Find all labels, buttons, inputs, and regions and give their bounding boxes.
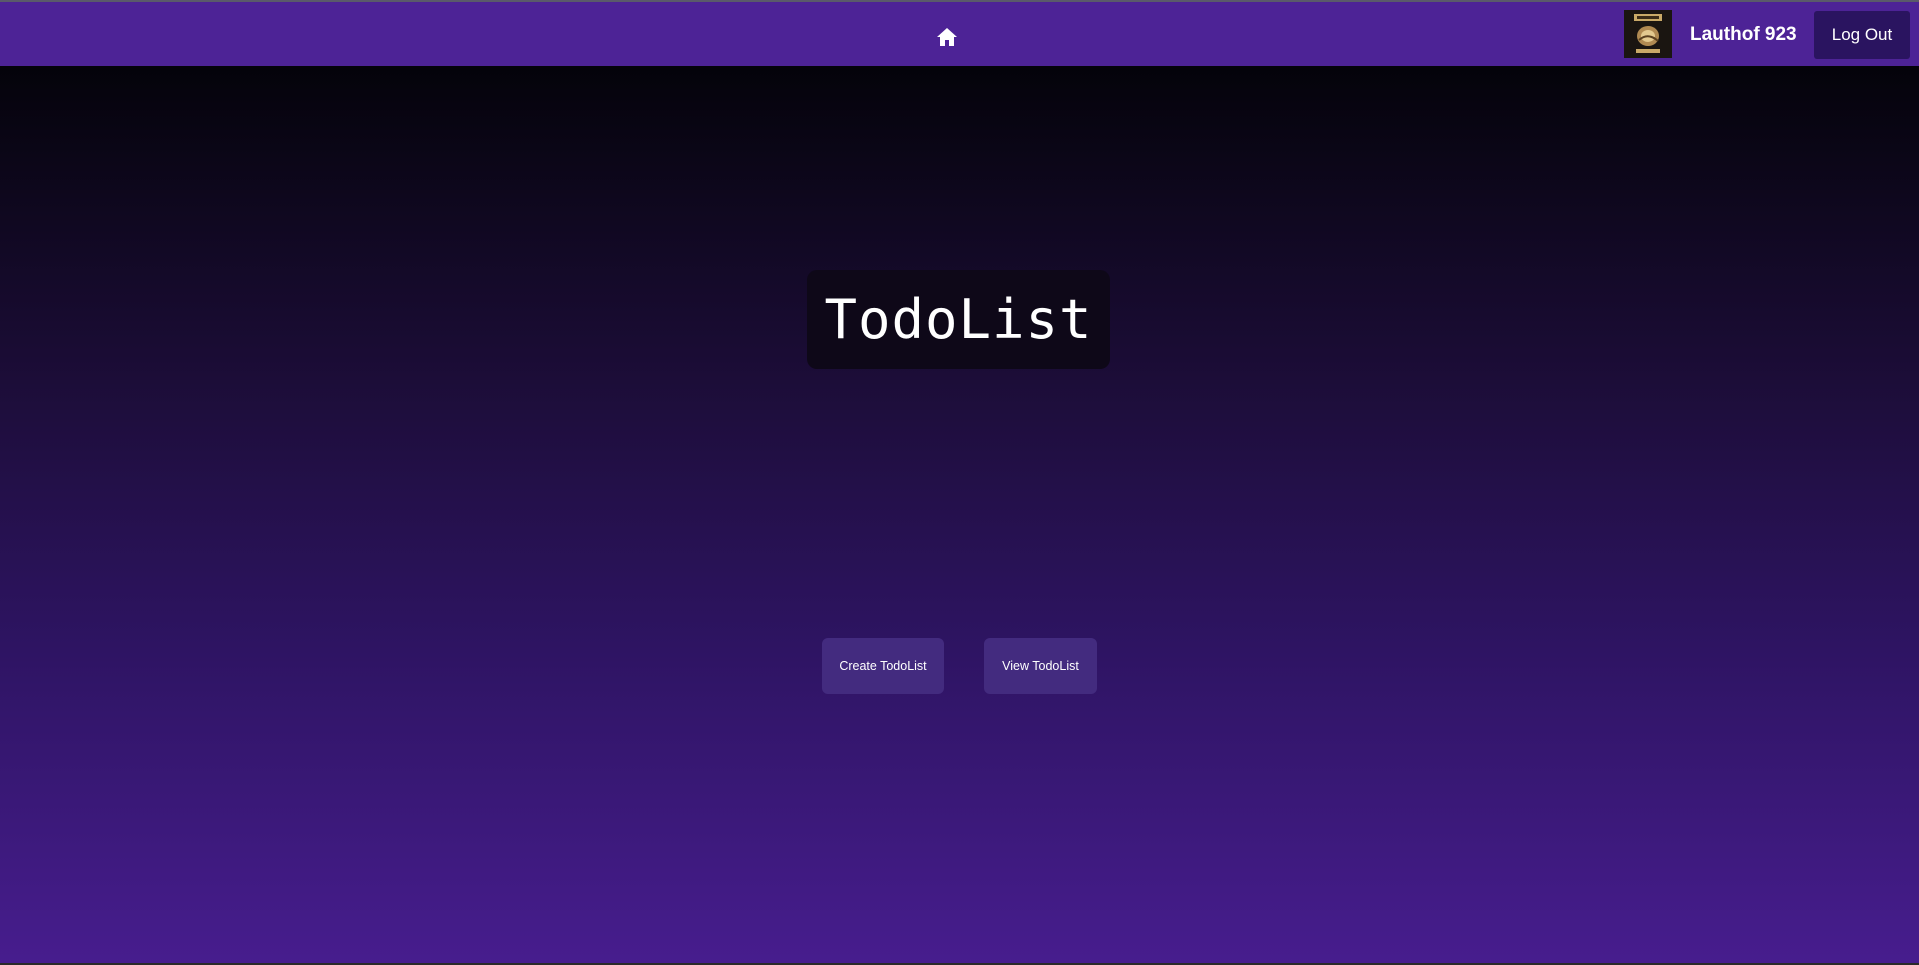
home-icon [937, 28, 957, 46]
logout-button[interactable]: Log Out [1814, 11, 1910, 59]
page: Lauthof 923 Log Out TodoList Create Todo… [0, 0, 1919, 965]
username-label: Lauthof 923 [1690, 24, 1797, 45]
create-todolist-button[interactable]: Create TodoList [822, 638, 944, 694]
home-button[interactable] [933, 24, 961, 50]
avatar[interactable] [1624, 10, 1672, 58]
page-title: TodoList [824, 288, 1093, 351]
title-box: TodoList [807, 270, 1110, 369]
avatar-image [1624, 10, 1672, 58]
main-content: TodoList Create TodoList View TodoList [0, 66, 1919, 965]
top-navbar: Lauthof 923 Log Out [0, 0, 1919, 66]
view-todolist-button[interactable]: View TodoList [984, 638, 1097, 694]
